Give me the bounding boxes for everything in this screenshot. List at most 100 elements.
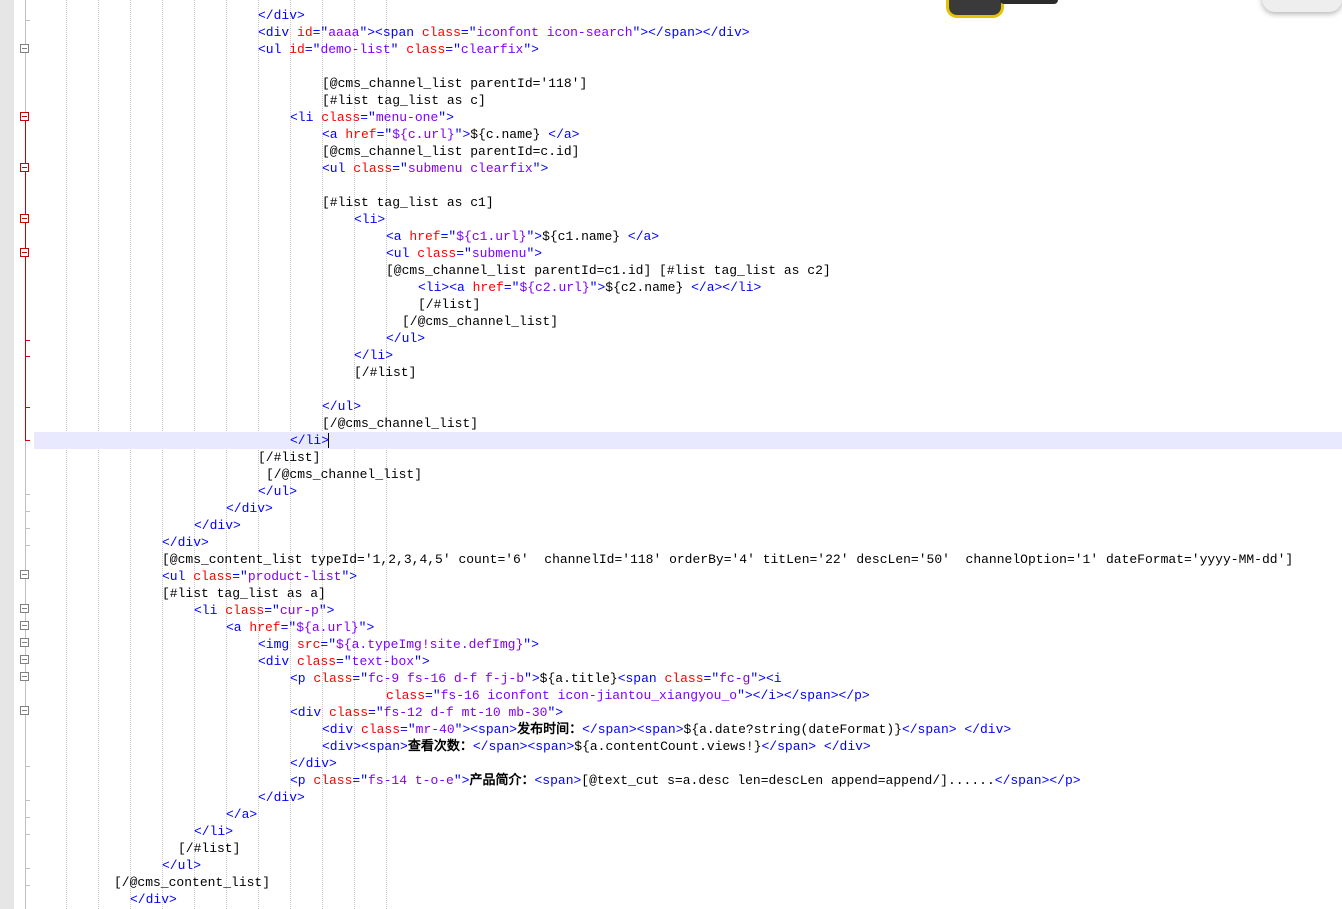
fold-toggle-icon[interactable] [20,706,29,715]
code-line[interactable]: </ul> [258,483,297,500]
fold-toggle-icon[interactable] [20,248,29,257]
code-line[interactable]: <ul id="demo-list" class="clearfix"> [258,41,539,58]
fold-toggle-icon[interactable] [20,163,29,172]
code-line[interactable]: <li class="cur-p"> [194,602,334,619]
code-line[interactable]: </div> [162,534,209,551]
code-token: text-box [351,654,415,669]
code-token: "> [589,280,606,295]
code-line[interactable]: <p class="fs-14 t-o-e">产品简介：<span>[@text… [290,772,1081,789]
code-line[interactable]: <a href="${c.url}">${c.name} </a> [322,126,580,143]
code-line[interactable]: class="fs-16 iconfont icon-jiantou_xiang… [386,687,870,704]
fold-toggle-icon[interactable] [20,604,29,613]
code-token: "><span [359,25,422,40]
code-line[interactable]: <div><span>查看次数：</span><span>${a.content… [322,738,871,755]
code-line[interactable]: <div class="fs-12 d-f mt-10 mb-30"> [290,704,563,721]
code-line[interactable]: [/#list] [354,364,416,381]
code-token: ${a.contentCount.views!} [574,739,762,754]
code-line[interactable]: </li> [354,347,393,364]
code-token: fs-16 iconfont icon-jiantou_xiangyou_o [440,688,738,703]
code-line[interactable]: <a href="${a.url}"> [226,619,374,636]
code-token: =" [360,110,376,125]
fold-end-marker [25,800,30,801]
code-line[interactable]: </div> [226,500,273,517]
code-line[interactable]: </div> [258,7,305,24]
code-line[interactable]: <div id="aaaa"><span class="iconfont ico… [258,24,750,41]
code-line[interactable]: [/@cms_channel_list] [322,415,478,432]
code-line[interactable]: <div class="text-box"> [258,653,430,670]
code-line[interactable]: <p class="fc-9 fs-16 d-f f-j-b">${a.titl… [290,670,782,687]
code-line[interactable]: <li><a href="${c2.url}">${c2.name} </a><… [418,279,761,296]
code-line[interactable]: <li class="menu-one"> [290,109,454,126]
code-token: =" [376,127,393,142]
indent-guide [66,0,67,909]
fold-toggle-icon[interactable] [20,214,29,223]
code-line[interactable]: </div> [258,789,305,806]
code-line[interactable]: [/@cms_channel_list] [402,313,558,330]
code-line[interactable]: </div> [290,755,337,772]
code-token: =" [304,42,321,57]
fold-toggle-icon[interactable] [20,638,29,647]
code-token: =" [440,229,457,244]
fold-toggle-icon[interactable] [20,655,29,664]
code-line[interactable]: [#list tag_list as a] [162,585,326,602]
fold-toggle-icon[interactable] [20,44,29,53]
code-line[interactable]: [#list tag_list as c1] [322,194,494,211]
code-line[interactable]: [/@cms_content_list] [114,874,270,891]
code-token: "><span> [454,722,518,737]
code-line[interactable]: </li> [194,823,233,840]
code-line[interactable]: </ul> [162,857,201,874]
code-line[interactable]: <div class="mr-40"><span>发布时间：</span><sp… [322,721,1011,738]
code-token: =" [392,161,408,176]
code-line[interactable]: <img src="${a.typeImg!site.defImg}"> [258,636,539,653]
code-token: </div> [290,756,337,771]
code-token: =" [264,603,280,618]
code-line[interactable]: <a href="${c1.url}">${c1.name} </a> [386,228,659,245]
code-token: =" [400,722,416,737]
fold-margin[interactable] [14,0,34,909]
code-token: class [225,603,265,618]
code-token: =" [312,25,329,40]
code-token: [@text_cut s=a.desc len=descLen append=a… [581,773,995,788]
code-line[interactable]: [@cms_content_list typeId='1,2,3,4,5' co… [162,551,1293,568]
code-line[interactable]: </ul> [386,330,425,347]
code-token: </li> [290,433,330,448]
code-token: fs-12 d-f mt-10 mb-30 [383,705,548,720]
code-line[interactable]: [/@cms_channel_list] [266,466,422,483]
fold-end-marker [25,868,30,869]
code-line[interactable]: <li> [354,211,385,228]
code-line[interactable]: </ul> [322,398,361,415]
code-line[interactable]: [@cms_channel_list parentId='118'] [322,75,587,92]
code-token: <ul [386,246,418,261]
code-line[interactable]: </div> [194,517,241,534]
code-token: [#list tag_list as a] [162,586,326,601]
indent-guide [130,0,131,909]
code-line[interactable]: <ul class="product-list"> [162,568,357,585]
code-token: 发布时间： [517,722,583,737]
code-token: <div [258,25,298,40]
code-token: =" [456,246,472,261]
code-line[interactable]: [@cms_channel_list parentId=c1.id] [#lis… [386,262,831,279]
code-token: demo-list [320,42,391,57]
fold-end-marker [25,545,30,546]
code-token: <p [290,671,314,686]
code-line[interactable]: [/#list] [258,449,320,466]
fold-line [25,112,26,441]
fold-toggle-icon[interactable] [20,570,29,579]
fold-toggle-icon[interactable] [20,621,29,630]
fold-toggle-icon[interactable] [20,672,29,681]
code-line[interactable]: </a> [226,806,257,823]
code-token: ${c2.url} [519,280,590,295]
code-line[interactable]: [@cms_channel_list parentId=c.id] [322,143,579,160]
line-number-margin[interactable] [0,0,15,909]
code-line[interactable]: <ul class="submenu clearfix"> [322,160,548,177]
code-token: src [297,637,321,652]
code-line[interactable]: </div> [130,891,177,908]
code-line[interactable]: <ul class="submenu"> [386,245,542,262]
code-line[interactable]: [#list tag_list as c] [322,92,486,109]
code-line[interactable]: </li> [290,432,329,449]
code-token: </li> [354,348,394,363]
code-line[interactable]: [/#list] [178,840,240,857]
floating-overlay-button[interactable] [1262,0,1342,12]
code-line[interactable]: [/#list] [418,296,480,313]
fold-toggle-icon[interactable] [20,112,29,121]
